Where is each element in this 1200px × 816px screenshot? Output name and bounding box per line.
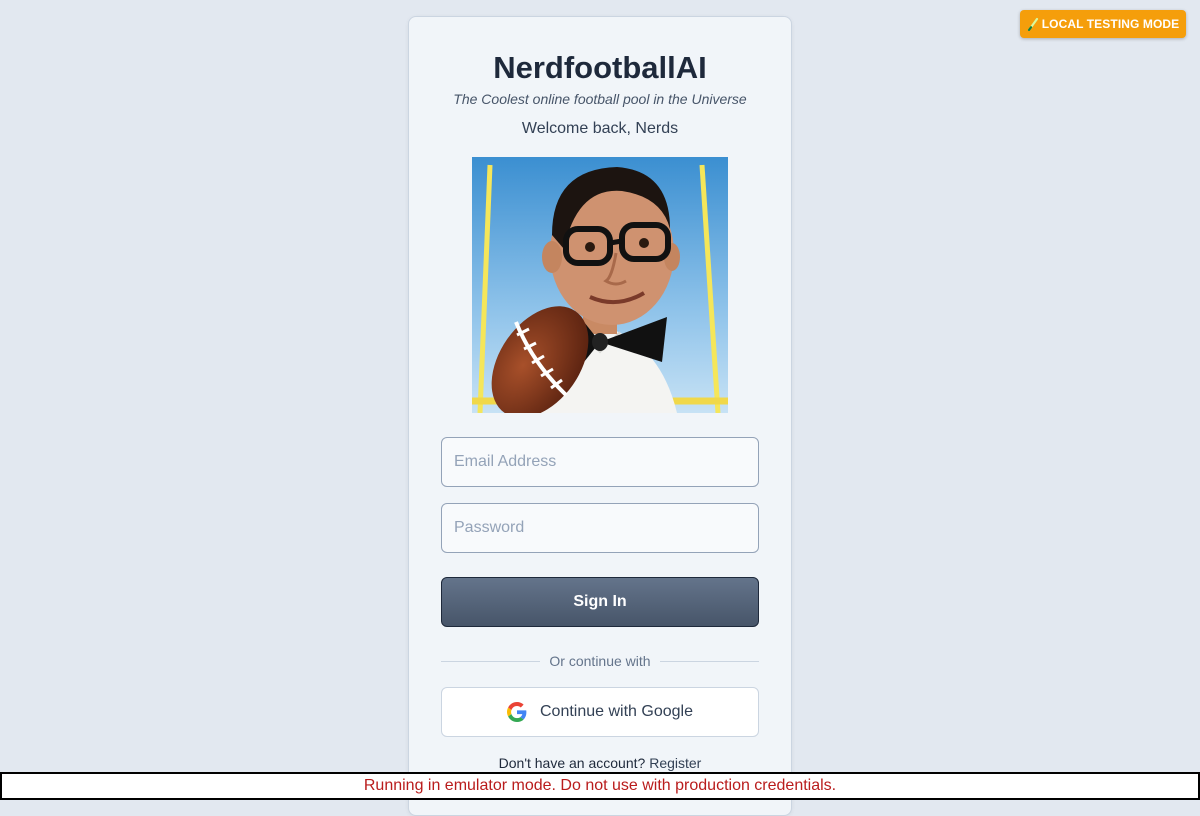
divider-line-right: [659, 660, 760, 662]
app-tagline: The Coolest online football pool in the …: [453, 91, 747, 107]
hero-image: [472, 157, 728, 413]
badge-label: LOCAL TESTING MODE: [1041, 17, 1180, 31]
emulator-warning-banner: Running in emulator mode. Do not use wit…: [0, 772, 1200, 800]
sign-in-button[interactable]: Sign In: [441, 577, 759, 627]
login-card: NerdfootballAI The Coolest online footba…: [408, 16, 792, 816]
register-row: Don't have an account? Register: [409, 755, 791, 771]
divider-line-left: [441, 660, 541, 662]
pencil-icon: [1027, 17, 1039, 31]
app-title: NerdfootballAI: [493, 50, 707, 85]
register-link[interactable]: Register: [649, 755, 701, 771]
google-icon: [507, 702, 527, 722]
email-field[interactable]: [441, 437, 759, 487]
google-button-label: Continue with Google: [540, 703, 693, 720]
or-divider: Or continue with: [441, 653, 760, 669]
welcome-message: Welcome back, Nerds: [521, 120, 679, 137]
register-prompt: Don't have an account?: [498, 755, 646, 771]
divider-text: Or continue with: [549, 653, 651, 669]
local-testing-badge: LOCAL TESTING MODE: [1020, 10, 1186, 38]
password-field[interactable]: [441, 503, 759, 553]
google-sign-in-button[interactable]: Continue with Google: [441, 687, 759, 737]
